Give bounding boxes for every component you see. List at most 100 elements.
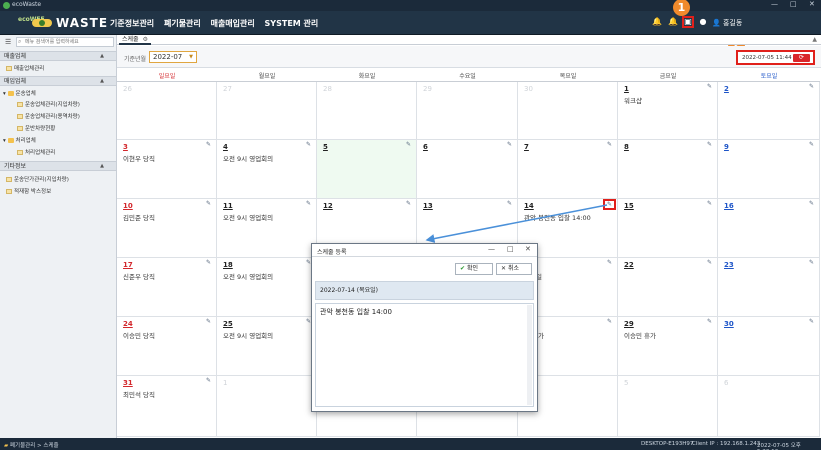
collapse-icon[interactable]: ▲ [100, 52, 104, 61]
edit-schedule-icon[interactable]: ✎ [807, 318, 816, 325]
info-icon[interactable]: ● [698, 17, 708, 27]
calendar-day-cell[interactable]: 24 ✎ 이승민 당직 [117, 317, 217, 376]
section-etc[interactable]: 기타정보 ▲ [0, 161, 116, 171]
calendar-day-cell[interactable]: 25 ✎ 오전 9시 영업회의 [217, 317, 317, 376]
calendar-icon[interactable]: ▣ [682, 16, 694, 28]
calendar-day-cell[interactable]: 1 [217, 376, 317, 437]
calendar-day-cell[interactable]: 16 ✎ [718, 199, 820, 258]
edit-schedule-icon[interactable]: ✎ [807, 259, 816, 266]
edit-schedule-icon[interactable]: ✎ [603, 199, 616, 210]
day-number[interactable]: 25 [223, 320, 233, 328]
day-number[interactable]: 15 [624, 202, 634, 210]
calendar-day-cell[interactable]: 30 [518, 82, 618, 140]
calendar-day-cell[interactable]: 15 ✎ [618, 199, 718, 258]
edit-schedule-icon[interactable]: ✎ [705, 200, 714, 207]
cancel-button[interactable]: ✕ 취소 [496, 263, 532, 275]
edit-schedule-icon[interactable]: ✎ [404, 141, 413, 148]
schedule-event[interactable]: 이현우 당직 [123, 153, 155, 163]
tree-folder-processing[interactable]: ▾ 처리업체 [3, 136, 36, 144]
schedule-event[interactable]: 관악 봉천동 입찰 14:00 [524, 212, 591, 222]
edit-schedule-icon[interactable]: ✎ [807, 200, 816, 207]
collapse-icon[interactable]: ▲ [100, 77, 104, 86]
calendar-day-cell[interactable]: 27 [217, 82, 317, 140]
calendar-day-cell[interactable]: 8 ✎ [618, 140, 718, 199]
hamburger-icon[interactable]: ☰ [5, 38, 11, 46]
calendar-day-cell[interactable]: 26 [117, 82, 217, 140]
edit-schedule-icon[interactable]: ✎ [705, 318, 714, 325]
schedule-event[interactable]: 오전 9시 영업회의 [223, 212, 273, 222]
menu-system[interactable]: SYSTEM 관리 [265, 19, 319, 28]
day-number[interactable]: 5 [323, 143, 328, 151]
edit-schedule-icon[interactable]: ✎ [705, 83, 714, 90]
calendar-day-cell[interactable]: 5 ✎ [317, 140, 417, 199]
notification-bell-icon[interactable]: 🔔 [668, 17, 678, 27]
day-number[interactable]: 14 [524, 202, 534, 210]
calendar-day-cell[interactable]: 3 ✎ 이현우 당직 [117, 140, 217, 199]
day-number[interactable]: 4 [223, 143, 228, 151]
day-number[interactable]: 16 [724, 202, 734, 210]
edit-schedule-icon[interactable]: ✎ [204, 377, 213, 384]
day-number[interactable]: 8 [624, 143, 629, 151]
day-number[interactable]: 11 [223, 202, 233, 210]
edit-schedule-icon[interactable]: ✎ [204, 141, 213, 148]
edit-schedule-icon[interactable]: ✎ [204, 200, 213, 207]
schedule-event[interactable]: 김민준 당직 [123, 212, 155, 222]
tree-item-vehicle-status[interactable]: 운반차량현황 [17, 124, 55, 132]
day-number[interactable]: 13 [423, 202, 433, 210]
dialog-close-button[interactable]: ✕ [525, 245, 531, 253]
tree-item-processing-mgmt[interactable]: 처리업체관리 [17, 148, 55, 156]
day-number[interactable]: 6 [423, 143, 428, 151]
calendar-day-cell[interactable]: 1 ✎ 워크샵 [618, 82, 718, 140]
schedule-event[interactable]: 오전 9시 영업회의 [223, 153, 273, 163]
calendar-day-cell[interactable]: 6 [718, 376, 820, 437]
day-number[interactable]: 2 [724, 85, 729, 93]
tree-item-box-info[interactable]: 적재함 박스정보 [6, 187, 51, 195]
schedule-event[interactable]: 오전 9시 영업회의 [223, 330, 273, 340]
schedule-event[interactable]: 워크샵 [624, 95, 642, 105]
day-number[interactable]: 22 [624, 261, 634, 269]
section-purchase[interactable]: 매입업체 ▲ [0, 76, 116, 86]
schedule-event[interactable]: 이승민 당직 [123, 330, 155, 340]
calendar-day-cell[interactable]: 10 ✎ 김민준 당직 [117, 199, 217, 258]
edit-schedule-icon[interactable]: ✎ [807, 83, 816, 90]
calendar-day-cell[interactable]: 5 [618, 376, 718, 437]
schedule-content-input[interactable]: 관악 봉천동 입찰 14:00 [315, 303, 534, 407]
tab-collapse-icon[interactable]: ▲ [812, 36, 817, 43]
calendar-day-cell[interactable]: 23 ✎ [718, 258, 820, 317]
menu-basic-info[interactable]: 기준정보관리 [110, 19, 154, 28]
calendar-day-cell[interactable]: 4 ✎ 오전 9시 영업회의 [217, 140, 317, 199]
day-number[interactable]: 1 [624, 85, 629, 93]
schedule-event[interactable]: 오전 9시 영업회의 [223, 271, 273, 281]
edit-schedule-icon[interactable]: ✎ [605, 318, 614, 325]
edit-schedule-icon[interactable]: ✎ [304, 200, 313, 207]
collapse-icon[interactable]: ▲ [100, 162, 104, 171]
user-menu[interactable]: 👤 홍길동 [712, 18, 742, 28]
edit-schedule-icon[interactable]: ✎ [705, 259, 714, 266]
day-number[interactable]: 23 [724, 261, 734, 269]
section-sales[interactable]: 매출업체 ▲ [0, 51, 116, 61]
refresh-button[interactable]: ⟳ [793, 54, 810, 62]
calendar-day-cell[interactable]: 29 ✎ 이승민 휴가 [618, 317, 718, 376]
edit-schedule-icon[interactable]: ✎ [204, 259, 213, 266]
dialog-scrollbar[interactable] [527, 305, 532, 405]
edit-schedule-icon[interactable]: ✎ [505, 200, 514, 207]
calendar-day-cell[interactable]: 9 ✎ [718, 140, 820, 199]
day-number[interactable]: 31 [123, 379, 133, 387]
edit-schedule-icon[interactable]: ✎ [605, 141, 614, 148]
close-window-button[interactable]: ✕ [809, 0, 815, 8]
calendar-day-cell[interactable]: 29 [417, 82, 518, 140]
tree-item-transport-service[interactable]: 운송업체관리(용역차량) [17, 112, 80, 120]
day-number[interactable]: 10 [123, 202, 133, 210]
calendar-day-cell[interactable]: 18 ✎ 오전 9시 영업회의 [217, 258, 317, 317]
minimize-button[interactable]: — [771, 0, 778, 8]
schedule-event[interactable]: 최민석 당직 [123, 389, 155, 399]
calendar-day-cell[interactable]: 28 [317, 82, 417, 140]
calendar-day-cell[interactable]: 22 ✎ [618, 258, 718, 317]
tab-schedule[interactable]: 스케줄 ⚙ [119, 35, 151, 45]
day-number[interactable]: 29 [624, 320, 634, 328]
edit-schedule-icon[interactable]: ✎ [404, 200, 413, 207]
tree-item-transport-price[interactable]: 운송단가관리(지입차량) [6, 175, 69, 183]
maximize-button[interactable]: □ [790, 0, 797, 8]
tab-settings-icon[interactable]: ⚙ [143, 36, 148, 43]
calendar-day-cell[interactable]: 30 ✎ [718, 317, 820, 376]
